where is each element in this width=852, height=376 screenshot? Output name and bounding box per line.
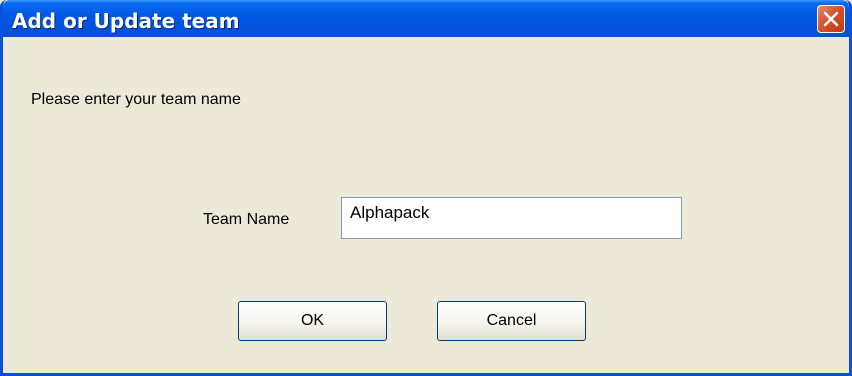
ok-button[interactable]: OK	[238, 301, 387, 341]
team-name-label: Team Name	[203, 211, 290, 228]
close-button[interactable]	[817, 5, 845, 33]
dialog-window: Add or Update team Please enter your tea…	[0, 0, 852, 376]
team-name-input[interactable]	[341, 197, 682, 239]
cancel-button[interactable]: Cancel	[437, 301, 586, 341]
window-title: Add or Update team	[12, 9, 240, 33]
title-bar[interactable]: Add or Update team	[3, 0, 849, 37]
prompt-text: Please enter your team name	[31, 91, 241, 108]
close-icon	[823, 11, 839, 27]
dialog-body: Please enter your team name Team Name OK…	[3, 37, 849, 373]
